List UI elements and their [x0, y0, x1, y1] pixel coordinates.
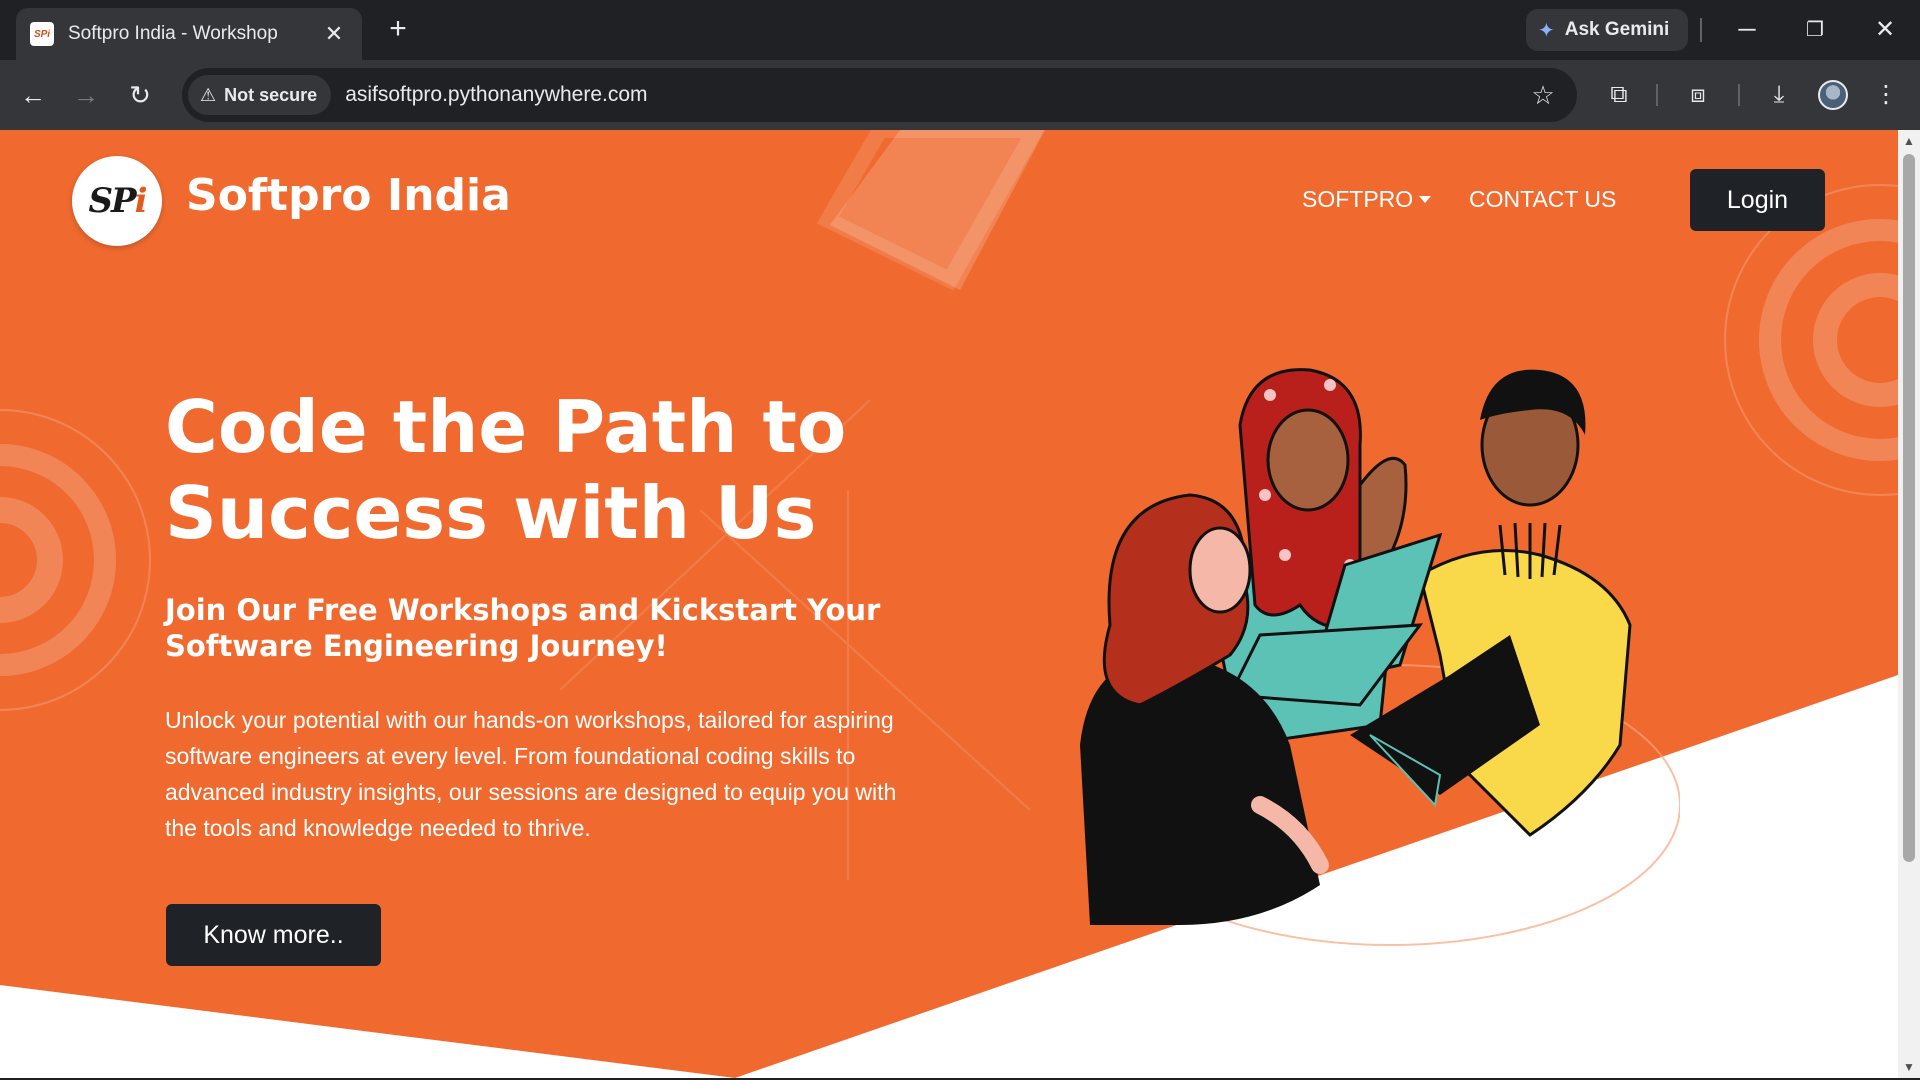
back-arrow-icon[interactable]: ← — [11, 73, 55, 117]
scrollbar-thumb[interactable] — [1903, 154, 1915, 862]
hero-subtitle: Join Our Free Workshops and Kickstart Yo… — [165, 593, 881, 663]
brand-name[interactable]: Softpro India — [186, 170, 511, 221]
extensions-puzzle-icon[interactable]: ⧉ — [1597, 73, 1641, 117]
security-indicator[interactable]: ⚠ Not secure — [188, 75, 332, 115]
logo-mark: SPi — [88, 181, 147, 221]
ask-gemini-label: Ask Gemini — [1564, 19, 1670, 40]
browser-toolbar: ← → ↻ ⚠ Not secure asifsoftpro.pythonany… — [0, 60, 1920, 130]
team-collaboration-illustration — [1080, 368, 1680, 946]
forward-arrow-icon[interactable]: → — [64, 73, 108, 117]
page-viewport: SPi Softpro India SOFTPRO CONTACT US Log… — [0, 130, 1898, 1078]
page-scrollbar[interactable]: ▲ ▼ — [1898, 130, 1920, 1078]
bookmark-star-icon[interactable]: ☆ — [1521, 80, 1565, 111]
know-more-button[interactable]: Know more.. — [166, 904, 381, 966]
close-tab-icon[interactable]: ✕ — [320, 21, 348, 47]
new-tab-button[interactable]: + — [382, 14, 414, 46]
scroll-down-arrow-icon[interactable]: ▼ — [1902, 1060, 1916, 1074]
tab-strip: SPi Softpro India - Workshop ✕ + ✦ Ask G… — [0, 0, 1920, 60]
login-button[interactable]: Login — [1690, 169, 1825, 231]
nav-softpro-label: SOFTPRO — [1302, 186, 1414, 212]
hero-body: Unlock your potential with our hands-on … — [165, 707, 897, 841]
hero-title: Code the Path to Success with Us — [165, 385, 847, 555]
divider — [1656, 84, 1658, 106]
profile-avatar[interactable] — [1818, 80, 1848, 110]
site-favicon-icon: SPi — [30, 22, 54, 46]
nav-softpro-dropdown[interactable]: SOFTPRO — [1302, 186, 1432, 213]
nav-contact-link[interactable]: CONTACT US — [1469, 186, 1616, 213]
minimize-icon[interactable]: ─ — [1722, 10, 1772, 50]
scroll-up-arrow-icon[interactable]: ▲ — [1902, 134, 1916, 148]
browser-tab[interactable]: SPi Softpro India - Workshop ✕ — [16, 8, 362, 60]
brand-logo[interactable]: SPi — [72, 156, 162, 246]
ask-gemini-button[interactable]: ✦ Ask Gemini — [1526, 9, 1688, 51]
url-text[interactable]: asifsoftpro.pythonanywhere.com — [345, 83, 1521, 107]
window-close-icon[interactable]: ✕ — [1860, 10, 1910, 50]
restore-icon[interactable]: ❐ — [1790, 10, 1840, 50]
caret-down-icon — [1419, 196, 1432, 203]
more-menu-icon[interactable]: ⋮ — [1864, 73, 1908, 117]
tab-title: Softpro India - Workshop — [68, 23, 278, 44]
address-bar[interactable]: ⚠ Not secure asifsoftpro.pythonanywhere.… — [182, 68, 1577, 122]
download-icon[interactable]: ⤓ — [1757, 73, 1801, 117]
divider — [1700, 18, 1702, 42]
gemini-sparkle-icon: ✦ — [1538, 19, 1555, 42]
reload-icon[interactable]: ↻ — [118, 73, 162, 117]
warning-triangle-icon: ⚠ — [200, 84, 217, 105]
divider — [1738, 84, 1740, 106]
cast-search-icon[interactable]: ⧈ — [1676, 73, 1720, 117]
security-label: Not secure — [224, 84, 318, 105]
